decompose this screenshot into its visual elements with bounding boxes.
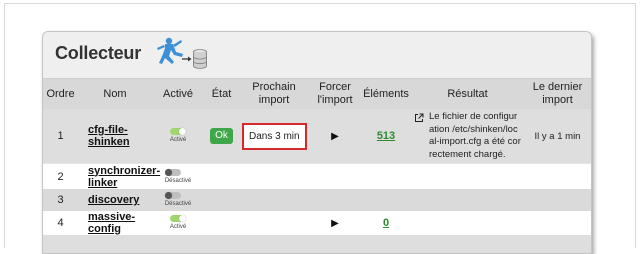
external-link-icon[interactable] [414,113,424,123]
table-row: 2 synchronizer-linker Désactivé [43,163,591,189]
collector-name-link[interactable]: synchronizer-linker [88,165,160,189]
page-frame: Collecteur Ordre Nom Activé État Prochai… [4,3,636,254]
collector-logo-icon [157,37,207,69]
next-import-value: Dans 3 min [242,122,307,150]
enabled-toggle[interactable]: Désactivé [164,192,192,208]
play-icon[interactable]: ▶ [331,218,339,229]
table-row: 4 massive-config Activé ▶ 0 [43,211,591,235]
collector-name-link[interactable]: massive-config [88,211,135,235]
col-order: Ordre [43,79,78,109]
enabled-toggle[interactable]: Activé [169,128,187,144]
table-row: 3 discovery Désactivé [43,189,591,211]
col-last-import: Le dernier import [524,79,591,109]
collector-name-link[interactable]: cfg-file-shinken [88,124,130,148]
play-icon[interactable]: ▶ [331,131,339,142]
status-badge: Ok [210,128,233,144]
row-order: 4 [43,211,78,235]
last-import-value: Il y a 1 min [534,131,581,142]
col-result: Résultat [411,79,524,109]
enabled-toggle[interactable]: Désactivé [164,168,192,185]
table-header-row: Ordre Nom Activé État Prochain import Fo… [43,79,591,109]
row-order: 2 [43,163,78,189]
elements-count-link[interactable]: 0 [383,217,389,229]
collector-table: Ordre Nom Activé État Prochain import Fo… [43,79,591,235]
col-enabled: Activé [152,79,204,109]
row-order: 3 [43,189,78,211]
col-elements: Éléments [361,79,411,109]
panel-title: Collecteur [55,43,142,63]
toggle-label: Désactivé [164,201,192,207]
col-name: Nom [78,79,152,109]
toggle-label: Désactivé [164,177,192,184]
col-next-import: Prochain import [239,79,309,109]
col-state: État [204,79,239,109]
row-order: 1 [43,109,78,164]
col-force-import: Forcer l'import [309,79,361,109]
panel-header: Collecteur [43,32,591,79]
collector-name-link[interactable]: discovery [88,194,139,206]
enabled-toggle[interactable]: Activé [169,215,187,231]
result-text: Le fichier de configuration /etc/shinken… [429,111,521,160]
collector-panel: Collecteur Ordre Nom Activé État Prochai… [42,31,592,254]
toggle-label: Activé [169,137,187,143]
toggle-label: Activé [169,224,187,230]
elements-count-link[interactable]: 513 [377,130,395,142]
table-row: 1 cfg-file-shinken Activé Ok Dans 3 min … [43,109,591,164]
